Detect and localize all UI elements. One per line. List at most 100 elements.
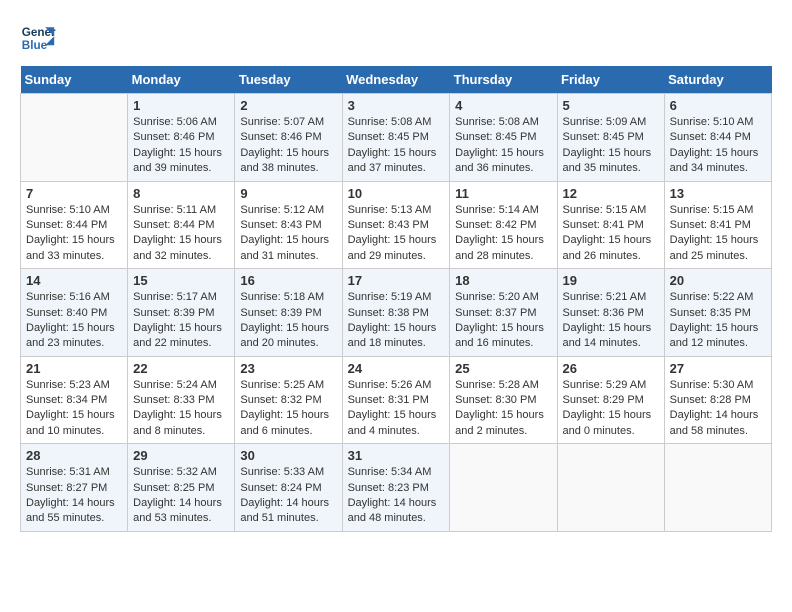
day-number: 6 xyxy=(670,98,766,113)
calendar-cell xyxy=(21,94,128,182)
day-number: 18 xyxy=(455,273,551,288)
logo: General Blue xyxy=(20,20,60,56)
day-number: 20 xyxy=(670,273,766,288)
calendar-week-1: 1 Sunrise: 5:06 AMSunset: 8:46 PMDaylight… xyxy=(21,94,772,182)
calendar-cell: 4Sunrise: 5:08 AMSunset: 8:45 PMDaylight… xyxy=(450,94,557,182)
day-number: 31 xyxy=(348,448,445,463)
day-number: 25 xyxy=(455,361,551,376)
day-number: 11 xyxy=(455,186,551,201)
calendar-cell: 18 Sunrise: 5:20 AMSunset: 8:37 PMDayligh… xyxy=(450,269,557,357)
calendar-cell: 11 Sunrise: 5:14 AMSunset: 8:42 PMDayligh… xyxy=(450,181,557,269)
day-number: 23 xyxy=(240,361,336,376)
day-number: 19 xyxy=(563,273,659,288)
day-number: 30 xyxy=(240,448,336,463)
cell-content: Sunrise: 5:12 AMSunset: 8:43 PMDaylight:… xyxy=(240,203,336,265)
calendar-cell: 24 Sunrise: 5:26 AMSunset: 8:31 PMDayligh… xyxy=(342,356,450,444)
day-header-saturday: Saturday xyxy=(664,66,771,94)
day-number: 14 xyxy=(26,273,122,288)
calendar-cell: 31 Sunrise: 5:34 AMSunset: 8:23 PMDayligh… xyxy=(342,444,450,532)
calendar-cell: 28 Sunrise: 5:31 AMSunset: 8:27 PMDayligh… xyxy=(21,444,128,532)
calendar-cell: 1 Sunrise: 5:06 AMSunset: 8:46 PMDaylight… xyxy=(128,94,235,182)
day-number: 12 xyxy=(563,186,659,201)
day-number: 27 xyxy=(670,361,766,376)
cell-content: Sunrise: 5:23 AMSunset: 8:34 PMDaylight:… xyxy=(26,378,122,440)
day-number: 15 xyxy=(133,273,229,288)
day-header-monday: Monday xyxy=(128,66,235,94)
calendar-cell: 21 Sunrise: 5:23 AMSunset: 8:34 PMDayligh… xyxy=(21,356,128,444)
calendar-cell: 9Sunrise: 5:12 AMSunset: 8:43 PMDaylight… xyxy=(235,181,342,269)
day-number: 10 xyxy=(348,186,445,201)
cell-content: Sunrise: 5:15 AMSunset: 8:41 PMDaylight:… xyxy=(670,203,766,265)
cell-content: Sunrise: 5:07 AMSunset: 8:46 PMDaylight:… xyxy=(240,115,336,177)
day-number: 8 xyxy=(133,186,229,201)
calendar-week-2: 7 Sunrise: 5:10 AMSunset: 8:44 PMDaylight… xyxy=(21,181,772,269)
day-header-tuesday: Tuesday xyxy=(235,66,342,94)
cell-content: Sunrise: 5:25 AMSunset: 8:32 PMDaylight:… xyxy=(240,378,336,440)
day-header-sunday: Sunday xyxy=(21,66,128,94)
day-number: 29 xyxy=(133,448,229,463)
cell-content: Sunrise: 5:33 AMSunset: 8:24 PMDaylight:… xyxy=(240,465,336,527)
calendar-cell: 26Sunrise: 5:29 AMSunset: 8:29 PMDayligh… xyxy=(557,356,664,444)
cell-content: Sunrise: 5:31 AMSunset: 8:27 PMDaylight:… xyxy=(26,465,122,527)
cell-content: Sunrise: 5:26 AMSunset: 8:31 PMDaylight:… xyxy=(348,378,445,440)
calendar-week-4: 21 Sunrise: 5:23 AMSunset: 8:34 PMDayligh… xyxy=(21,356,772,444)
calendar-header-row: SundayMondayTuesdayWednesdayThursdayFrid… xyxy=(21,66,772,94)
calendar-cell: 16 Sunrise: 5:18 AMSunset: 8:39 PMDayligh… xyxy=(235,269,342,357)
cell-content: Sunrise: 5:28 AMSunset: 8:30 PMDaylight:… xyxy=(455,378,551,440)
cell-content: Sunrise: 5:14 AMSunset: 8:42 PMDaylight:… xyxy=(455,203,551,265)
calendar-cell: 22Sunrise: 5:24 AMSunset: 8:33 PMDayligh… xyxy=(128,356,235,444)
cell-content: Sunrise: 5:10 AMSunset: 8:44 PMDaylight:… xyxy=(26,203,122,265)
cell-content: Sunrise: 5:34 AMSunset: 8:23 PMDaylight:… xyxy=(348,465,445,527)
cell-content: Sunrise: 5:15 AMSunset: 8:41 PMDaylight:… xyxy=(563,203,659,265)
cell-content: Sunrise: 5:16 AMSunset: 8:40 PMDaylight:… xyxy=(26,290,122,352)
day-header-thursday: Thursday xyxy=(450,66,557,94)
calendar-cell: 27 Sunrise: 5:30 AMSunset: 8:28 PMDayligh… xyxy=(664,356,771,444)
calendar-cell: 3Sunrise: 5:08 AMSunset: 8:45 PMDaylight… xyxy=(342,94,450,182)
day-number: 16 xyxy=(240,273,336,288)
day-number: 1 xyxy=(133,98,229,113)
calendar-week-5: 28 Sunrise: 5:31 AMSunset: 8:27 PMDayligh… xyxy=(21,444,772,532)
calendar-cell: 25 Sunrise: 5:28 AMSunset: 8:30 PMDayligh… xyxy=(450,356,557,444)
cell-content: Sunrise: 5:13 AMSunset: 8:43 PMDaylight:… xyxy=(348,203,445,265)
svg-text:Blue: Blue xyxy=(22,39,48,52)
cell-content: Sunrise: 5:22 AMSunset: 8:35 PMDaylight:… xyxy=(670,290,766,352)
day-number: 13 xyxy=(670,186,766,201)
day-number: 24 xyxy=(348,361,445,376)
calendar-cell: 29 Sunrise: 5:32 AMSunset: 8:25 PMDayligh… xyxy=(128,444,235,532)
day-number: 21 xyxy=(26,361,122,376)
calendar-cell: 6 Sunrise: 5:10 AMSunset: 8:44 PMDaylight… xyxy=(664,94,771,182)
cell-content: Sunrise: 5:20 AMSunset: 8:37 PMDaylight:… xyxy=(455,290,551,352)
calendar-cell: 20 Sunrise: 5:22 AMSunset: 8:35 PMDayligh… xyxy=(664,269,771,357)
cell-content: Sunrise: 5:18 AMSunset: 8:39 PMDaylight:… xyxy=(240,290,336,352)
cell-content: Sunrise: 5:10 AMSunset: 8:44 PMDaylight:… xyxy=(670,115,766,177)
cell-content: Sunrise: 5:29 AMSunset: 8:29 PMDaylight:… xyxy=(563,378,659,440)
calendar-cell xyxy=(557,444,664,532)
cell-content: Sunrise: 5:21 AMSunset: 8:36 PMDaylight:… xyxy=(563,290,659,352)
cell-content: Sunrise: 5:08 AMSunset: 8:45 PMDaylight:… xyxy=(455,115,551,177)
calendar-week-3: 14 Sunrise: 5:16 AMSunset: 8:40 PMDayligh… xyxy=(21,269,772,357)
calendar-cell: 14 Sunrise: 5:16 AMSunset: 8:40 PMDayligh… xyxy=(21,269,128,357)
day-number: 17 xyxy=(348,273,445,288)
calendar-cell: 5 Sunrise: 5:09 AMSunset: 8:45 PMDaylight… xyxy=(557,94,664,182)
day-header-wednesday: Wednesday xyxy=(342,66,450,94)
calendar-cell xyxy=(450,444,557,532)
day-number: 7 xyxy=(26,186,122,201)
day-number: 5 xyxy=(563,98,659,113)
day-number: 28 xyxy=(26,448,122,463)
cell-content: Sunrise: 5:06 AMSunset: 8:46 PMDaylight:… xyxy=(133,115,229,177)
cell-content: Sunrise: 5:32 AMSunset: 8:25 PMDaylight:… xyxy=(133,465,229,527)
cell-content: Sunrise: 5:17 AMSunset: 8:39 PMDaylight:… xyxy=(133,290,229,352)
cell-content: Sunrise: 5:09 AMSunset: 8:45 PMDaylight:… xyxy=(563,115,659,177)
calendar-cell: 17 Sunrise: 5:19 AMSunset: 8:38 PMDayligh… xyxy=(342,269,450,357)
cell-content: Sunrise: 5:19 AMSunset: 8:38 PMDaylight:… xyxy=(348,290,445,352)
day-header-friday: Friday xyxy=(557,66,664,94)
cell-content: Sunrise: 5:30 AMSunset: 8:28 PMDaylight:… xyxy=(670,378,766,440)
cell-content: Sunrise: 5:11 AMSunset: 8:44 PMDaylight:… xyxy=(133,203,229,265)
calendar-cell: 12 Sunrise: 5:15 AMSunset: 8:41 PMDayligh… xyxy=(557,181,664,269)
cell-content: Sunrise: 5:08 AMSunset: 8:45 PMDaylight:… xyxy=(348,115,445,177)
calendar-cell: 2Sunrise: 5:07 AMSunset: 8:46 PMDaylight… xyxy=(235,94,342,182)
calendar-cell: 30 Sunrise: 5:33 AMSunset: 8:24 PMDayligh… xyxy=(235,444,342,532)
logo-icon: General Blue xyxy=(20,20,56,56)
page-header: General Blue xyxy=(20,20,772,56)
calendar-cell: 8 Sunrise: 5:11 AMSunset: 8:44 PMDaylight… xyxy=(128,181,235,269)
